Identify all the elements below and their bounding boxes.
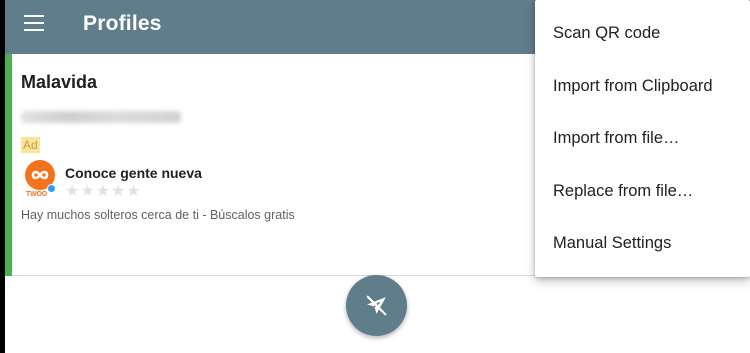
airplane-off-icon [366,295,387,316]
overflow-menu: Scan QR code Import from Clipboard Impor… [535,0,750,277]
ad-badge: Ad [21,137,40,153]
menu-item-manual-settings[interactable]: Manual Settings [535,217,750,270]
active-profile-indicator [5,54,12,276]
twoo-brand-text: TWOO [26,191,47,198]
hamburger-menu-icon[interactable] [24,15,44,31]
profile-name: Malavida [21,72,98,92]
menu-item-import-file[interactable]: Import from file… [535,112,750,165]
menu-item-import-clipboard[interactable]: Import from Clipboard [535,60,750,113]
twoo-app-icon[interactable]: TWOO [25,160,57,198]
ad-description: Hay muchos solteros cerca de ti - Búscal… [21,208,295,222]
page-title: Profiles [83,12,162,35]
menu-item-scan-qr[interactable]: Scan QR code [535,7,750,60]
menu-item-replace-file[interactable]: Replace from file… [535,165,750,218]
rating-stars: ★★★★★ [65,183,142,200]
ad-app-title[interactable]: Conoce gente nueva [65,165,202,181]
connect-fab-button[interactable] [346,275,407,336]
blurred-server-address [21,111,181,123]
